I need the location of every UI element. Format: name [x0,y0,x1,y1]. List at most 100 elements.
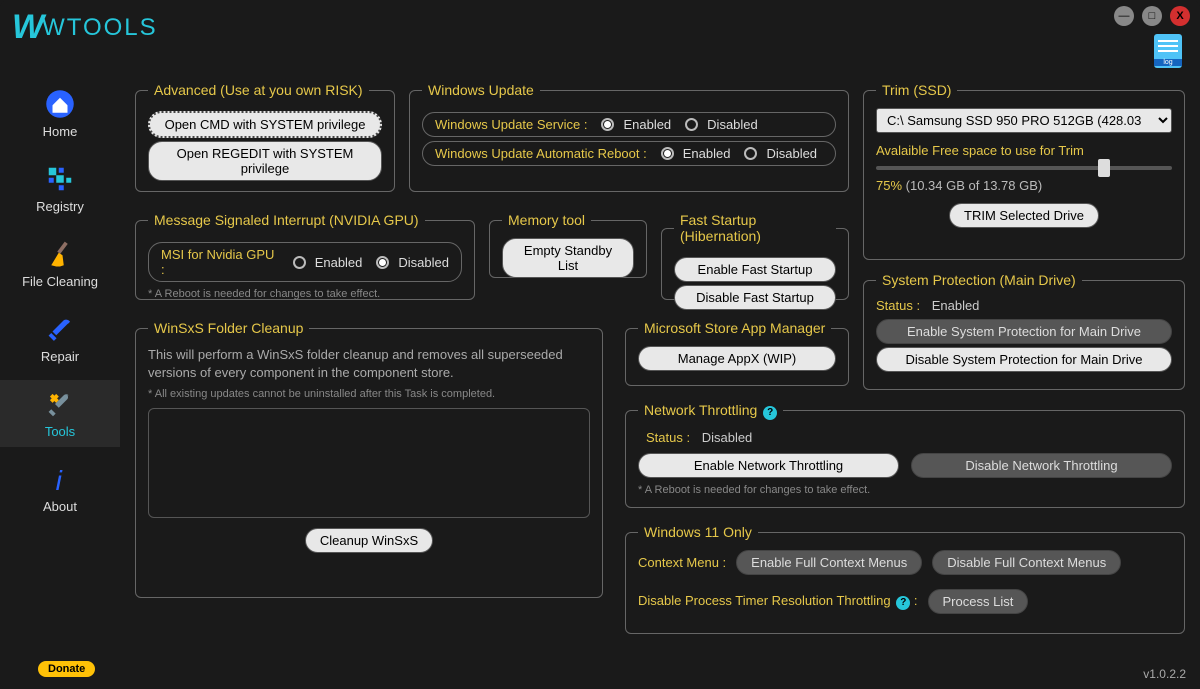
advanced-legend: Advanced (Use at you own RISK) [148,82,369,98]
msi-disabled-radio[interactable] [376,256,389,269]
wu-service-row: Windows Update Service : Enabled Disable… [422,112,836,137]
msi-row: MSI for Nvidia GPU : Enabled Disabled [148,242,462,282]
sidebar-item-tools[interactable]: Tools [0,380,120,447]
memory-group: Memory tool Empty Standby List [489,212,647,278]
registry-icon [44,163,76,195]
msi-enabled-radio[interactable] [293,256,306,269]
sidebar: Home Registry File Cleaning Repair Tools [0,80,120,522]
sidebar-item-label: About [43,499,77,514]
enable-netthrottle-button[interactable]: Enable Network Throttling [638,453,899,478]
sysprot-legend: System Protection (Main Drive) [876,272,1082,288]
donate-button[interactable]: Donate [38,661,95,677]
winsxs-note: * All existing updates cannot be uninsta… [148,388,590,400]
trim-group: Trim (SSD) C:\ Samsung SSD 950 PRO 512GB… [863,82,1185,260]
trim-free-label: Avalaible Free space to use for Trim [876,143,1172,158]
msi-note: * A Reboot is needed for changes to take… [148,288,462,300]
sysprot-status-value: Enabled [932,298,980,313]
wrench-icon [44,313,76,345]
open-regedit-system-button[interactable]: Open REGEDIT with SYSTEM privilege [148,141,382,181]
tools-icon [44,388,76,420]
msi-label: MSI for Nvidia GPU : [161,247,279,277]
cleanup-winsxs-button[interactable]: Cleanup WinSxS [305,528,433,553]
sidebar-item-label: Registry [36,199,84,214]
version-label: v1.0.2.2 [1143,667,1186,681]
winsxs-legend: WinSxS Folder Cleanup [148,320,309,336]
maximize-button[interactable]: □ [1142,6,1162,26]
broom-icon [44,238,76,270]
app-window: — □ X log W WTOOLS Home Registry File Cl… [0,0,1200,689]
fast-startup-group: Fast Startup (Hibernation) Enable Fast S… [661,212,849,300]
sidebar-item-home[interactable]: Home [0,80,120,147]
sidebar-item-file-cleaning[interactable]: File Cleaning [0,230,120,297]
disable-netthrottle-button[interactable]: Disable Network Throttling [911,453,1172,478]
windows-update-group: Windows Update Windows Update Service : … [409,82,849,192]
trim-pct: 75% [876,178,902,193]
winsxs-desc: This will perform a WinSxS folder cleanu… [148,346,590,382]
process-list-button[interactable]: Process List [928,589,1029,614]
msi-group: Message Signaled Interrupt (NVIDIA GPU) … [135,212,475,300]
enable-full-context-button[interactable]: Enable Full Context Menus [736,550,922,575]
winsxs-group: WinSxS Folder Cleanup This will perform … [135,320,603,598]
app-title: WTOOLS [42,14,158,42]
sidebar-item-label: File Cleaning [22,274,98,289]
wu-reboot-row: Windows Update Automatic Reboot : Enable… [422,141,836,166]
sysprot-status-label: Status : [876,298,920,313]
manage-appx-button[interactable]: Manage AppX (WIP) [638,346,836,371]
wu-service-disabled-radio[interactable] [685,118,698,131]
enable-sysprot-button[interactable]: Enable System Protection for Main Drive [876,319,1172,344]
svg-text:i: i [56,465,63,494]
msi-legend: Message Signaled Interrupt (NVIDIA GPU) [148,212,425,228]
advanced-group: Advanced (Use at you own RISK) Open CMD … [135,82,395,192]
main-content: Advanced (Use at you own RISK) Open CMD … [135,82,1186,653]
appmgr-legend: Microsoft Store App Manager [638,320,831,336]
sidebar-item-label: Home [43,124,78,139]
close-button[interactable]: X [1170,6,1190,26]
trim-drive-select[interactable]: C:\ Samsung SSD 950 PRO 512GB (428.03 [876,108,1172,133]
netthrottle-status-label: Status : [646,430,690,445]
trim-slider[interactable] [876,166,1172,170]
wu-service-label: Windows Update Service : [435,117,587,132]
help-icon[interactable]: ? [763,406,777,420]
app-logo: W WTOOLS [12,8,158,47]
trim-button[interactable]: TRIM Selected Drive [949,203,1099,228]
netthrottle-status-value: Disabled [702,430,753,445]
win11-group: Windows 11 Only Context Menu : Enable Fu… [625,524,1185,634]
sidebar-item-repair[interactable]: Repair [0,305,120,372]
win11-ctx-label: Context Menu : [638,555,726,570]
netthrottle-note: * A Reboot is needed for changes to take… [638,484,1172,496]
winsxs-output [148,408,590,518]
help-icon[interactable]: ? [896,596,910,610]
wu-reboot-label: Windows Update Automatic Reboot : [435,146,647,161]
sidebar-item-label: Repair [41,349,79,364]
minimize-button[interactable]: — [1114,6,1134,26]
trim-legend: Trim (SSD) [876,82,957,98]
windows-update-legend: Windows Update [422,82,540,98]
info-icon: i [44,463,76,495]
disable-full-context-button[interactable]: Disable Full Context Menus [932,550,1121,575]
trim-detail: (10.34 GB of 13.78 GB) [906,178,1043,193]
home-icon [44,88,76,120]
memory-legend: Memory tool [502,212,591,228]
disable-sysprot-button[interactable]: Disable System Protection for Main Drive [876,347,1172,372]
log-icon-label: log [1154,59,1182,66]
system-protection-group: System Protection (Main Drive) Status : … [863,272,1185,390]
sidebar-item-label: Tools [45,424,75,439]
trim-slider-thumb[interactable] [1098,159,1110,177]
titlebar: — □ X [1114,0,1200,14]
fast-legend: Fast Startup (Hibernation) [674,212,836,244]
network-throttling-group: Network Throttling ? Status : Disabled E… [625,402,1185,508]
sidebar-item-registry[interactable]: Registry [0,155,120,222]
netthrottle-legend: Network Throttling ? [638,402,783,420]
trim-usage: 75% (10.34 GB of 13.78 GB) [876,178,1172,193]
sidebar-item-about[interactable]: i About [0,455,120,522]
win11-timer-label: Disable Process Timer Resolution Throttl… [638,593,918,610]
disable-fast-startup-button[interactable]: Disable Fast Startup [674,285,836,310]
enable-fast-startup-button[interactable]: Enable Fast Startup [674,257,836,282]
log-button[interactable]: log [1154,34,1186,74]
wu-service-enabled-radio[interactable] [601,118,614,131]
wu-reboot-enabled-radio[interactable] [661,147,674,160]
app-manager-group: Microsoft Store App Manager Manage AppX … [625,320,849,386]
wu-reboot-disabled-radio[interactable] [744,147,757,160]
empty-standby-button[interactable]: Empty Standby List [502,238,634,278]
open-cmd-system-button[interactable]: Open CMD with SYSTEM privilege [148,111,382,138]
